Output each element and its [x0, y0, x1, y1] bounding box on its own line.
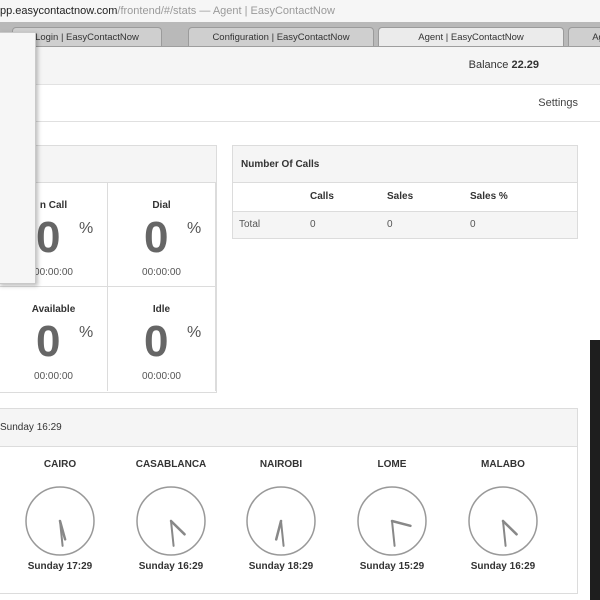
stat-label: Available	[31, 304, 76, 315]
calls-panel-title: Number Of Calls	[233, 146, 577, 183]
calls-table: Calls Sales Sales % Total 0 0 0	[233, 183, 577, 238]
balance: Balance 22.29	[469, 59, 539, 71]
column-header: Sales %	[470, 183, 577, 212]
dark-panel-edge	[590, 340, 600, 600]
stat-percent: %	[79, 324, 94, 341]
sub-navigation: Settings	[0, 85, 600, 122]
stat-time: 00:00:00	[142, 267, 181, 278]
dropdown-menu[interactable]	[0, 32, 36, 284]
clock-city: CASABLANCA	[135, 459, 207, 470]
tab-configuration[interactable]: Configuration | EasyContactNow	[188, 27, 374, 46]
table-cell: Total	[233, 211, 310, 238]
analog-clock-face	[136, 486, 206, 556]
clock-time-label: Sunday 16:29	[138, 561, 204, 572]
stat-value: 0	[144, 317, 169, 366]
clock-city: MALABO	[481, 459, 525, 470]
stat-dial: Dial 0 % 00:00:00	[108, 183, 216, 287]
clock-time-label: Sunday 18:29	[248, 561, 314, 572]
window-title: Agent | EasyContactNow	[212, 5, 335, 17]
stat-idle: Idle 0 % 00:00:00	[108, 287, 216, 391]
stat-available: Available 0 % 00:00:00	[0, 287, 108, 391]
world-clocks-panel: Sunday 16:29 CAIRO Sunday 17:29 CASABLANCA…	[0, 408, 578, 594]
stat-percent: %	[187, 220, 202, 237]
url-bar[interactable]: pp.easycontactnow.com/frontend/#/stats —…	[0, 0, 600, 22]
stat-label: Idle	[152, 304, 171, 315]
stat-percent: %	[79, 220, 94, 237]
table-cell: 0	[387, 211, 470, 238]
stat-value: 0	[36, 213, 61, 262]
tab-agent[interactable]: Agent | EasyContactNow	[378, 27, 564, 46]
table-cell: 0	[310, 211, 387, 238]
table-row: Total 0 0 0	[233, 211, 577, 238]
clock-city: NAIROBI	[259, 459, 303, 470]
stat-label: Dial	[152, 200, 171, 211]
analog-clock-face	[25, 486, 95, 556]
settings-link[interactable]: Settings	[538, 97, 578, 109]
balance-label: Balance	[468, 59, 509, 71]
tab-strip: Login | EasyContactNow Configuration | E…	[0, 22, 600, 47]
column-header: Calls	[310, 183, 387, 212]
clock-time-label: Sunday 16:29	[470, 561, 536, 572]
column-header	[233, 183, 310, 212]
clock-time-label: Sunday 17:29	[27, 561, 93, 572]
balance-value: 22.29	[511, 59, 539, 71]
analog-clock-face	[357, 486, 427, 556]
clock-city: CAIRO	[43, 459, 77, 470]
stat-time: 00:00:00	[142, 371, 181, 382]
clock-malabo: MALABO Sunday 16:29	[458, 459, 548, 572]
tab-agent-2[interactable]: Ag	[568, 27, 600, 46]
clock-casablanca: CASABLANCA Sunday 16:29	[126, 459, 216, 572]
table-cell: 0	[470, 211, 577, 238]
title-separator: —	[196, 5, 213, 17]
calls-table-header-row: Calls Sales Sales %	[233, 183, 577, 212]
url-host: pp.easycontactnow.com	[0, 5, 118, 17]
stat-time: 00:00:00	[34, 371, 73, 382]
analog-clock-face	[246, 486, 316, 556]
number-of-calls-panel: Number Of Calls Calls Sales Sales % Tota…	[232, 145, 578, 239]
stat-value: 0	[36, 317, 61, 366]
column-header: Sales	[387, 183, 470, 212]
analog-clock-face	[468, 486, 538, 556]
clocks-panel-header: Sunday 16:29	[0, 409, 577, 447]
stat-value: 0	[144, 213, 169, 262]
clock-cairo: CAIRO Sunday 17:29	[15, 459, 105, 572]
stat-percent: %	[187, 324, 202, 341]
clock-nairobi: NAIROBI Sunday 18:29	[236, 459, 326, 572]
url-path: /frontend/#/stats	[117, 5, 197, 17]
clock-time-label: Sunday 15:29	[359, 561, 425, 572]
top-header: Balance 22.29	[0, 47, 600, 85]
clock-city: LOME	[377, 459, 407, 470]
clock-lome: LOME Sunday 15:29	[347, 459, 437, 572]
